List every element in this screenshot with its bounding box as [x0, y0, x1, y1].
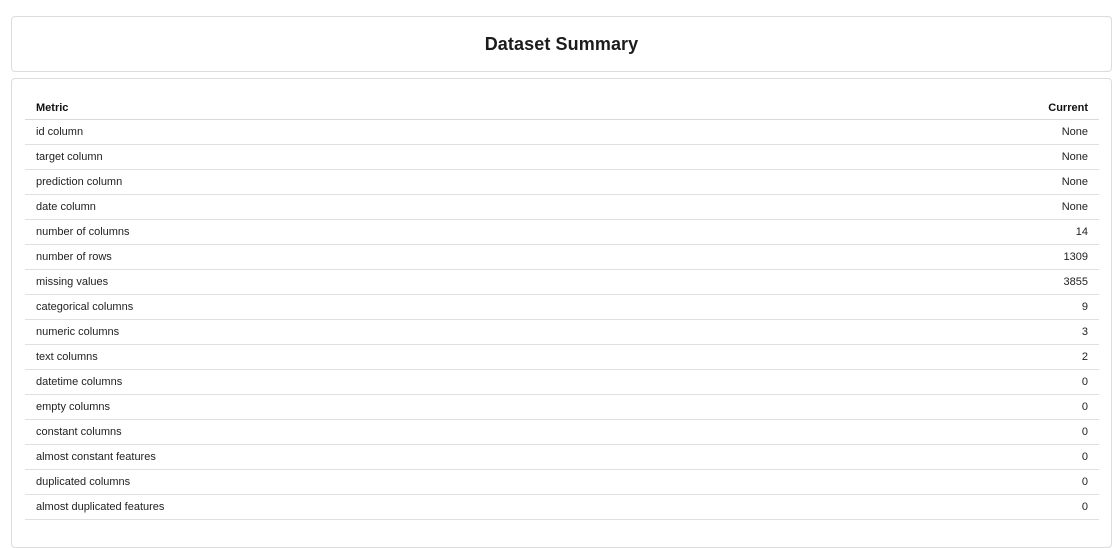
- current-value-cell: None: [786, 144, 1099, 170]
- metric-cell: date column: [25, 194, 787, 220]
- metric-cell: missing values: [25, 269, 787, 295]
- metric-cell: target column: [25, 144, 787, 170]
- current-value-cell: 0: [786, 394, 1099, 420]
- table-row: number of rows 1309: [25, 244, 1099, 270]
- current-value-cell: 0: [786, 369, 1099, 395]
- summary-table-card: Metric Current id column None target colum…: [11, 78, 1112, 548]
- metric-cell: almost duplicated features: [25, 494, 787, 520]
- metric-cell: datetime columns: [25, 369, 787, 395]
- table-body: id column None target column None prediction…: [25, 119, 1099, 520]
- current-value-cell: 0: [786, 494, 1099, 520]
- current-value-cell: 1309: [786, 244, 1099, 270]
- table-row: text columns 2: [25, 344, 1099, 370]
- metric-cell: categorical columns: [25, 294, 787, 320]
- metric-cell: almost constant features: [25, 444, 787, 470]
- table-row: number of columns 14: [25, 219, 1099, 245]
- summary-header-card: Dataset Summary: [11, 16, 1112, 72]
- current-value-cell: 3855: [786, 269, 1099, 295]
- metric-cell: id column: [25, 119, 787, 145]
- table-row: prediction column None: [25, 169, 1099, 195]
- metric-cell: prediction column: [25, 169, 787, 195]
- table-row: categorical columns 9: [25, 294, 1099, 320]
- table-row: numeric columns 3: [25, 319, 1099, 345]
- table-header-row: Metric Current: [25, 94, 1099, 120]
- column-header-metric: Metric: [25, 94, 787, 120]
- current-value-cell: None: [786, 169, 1099, 195]
- table-row: datetime columns 0: [25, 369, 1099, 395]
- metric-cell: constant columns: [25, 419, 787, 445]
- current-value-cell: 14: [786, 219, 1099, 245]
- current-value-cell: None: [786, 194, 1099, 220]
- current-value-cell: 2: [786, 344, 1099, 370]
- metric-cell: duplicated columns: [25, 469, 787, 495]
- table-row: date column None: [25, 194, 1099, 220]
- metric-cell: empty columns: [25, 394, 787, 420]
- current-value-cell: 9: [786, 294, 1099, 320]
- page-title: Dataset Summary: [484, 33, 639, 54]
- metric-cell: numeric columns: [25, 319, 787, 345]
- column-header-current: Current: [786, 94, 1099, 120]
- table-row: almost constant features 0: [25, 444, 1099, 470]
- current-value-cell: 0: [786, 469, 1099, 495]
- table-row: empty columns 0: [25, 394, 1099, 420]
- current-value-cell: 3: [786, 319, 1099, 345]
- current-value-cell: 0: [786, 419, 1099, 445]
- table-row: almost duplicated features 0: [25, 494, 1099, 520]
- metric-cell: text columns: [25, 344, 787, 370]
- metric-cell: number of rows: [25, 244, 787, 270]
- table-row: id column None: [25, 119, 1099, 145]
- table-row: constant columns 0: [25, 419, 1099, 445]
- summary-table: Metric Current id column None target colum…: [25, 94, 1099, 520]
- current-value-cell: None: [786, 119, 1099, 145]
- table-row: missing values 3855: [25, 269, 1099, 295]
- current-value-cell: 0: [786, 444, 1099, 470]
- table-row: target column None: [25, 144, 1099, 170]
- table-row: duplicated columns 0: [25, 469, 1099, 495]
- metric-cell: number of columns: [25, 219, 787, 245]
